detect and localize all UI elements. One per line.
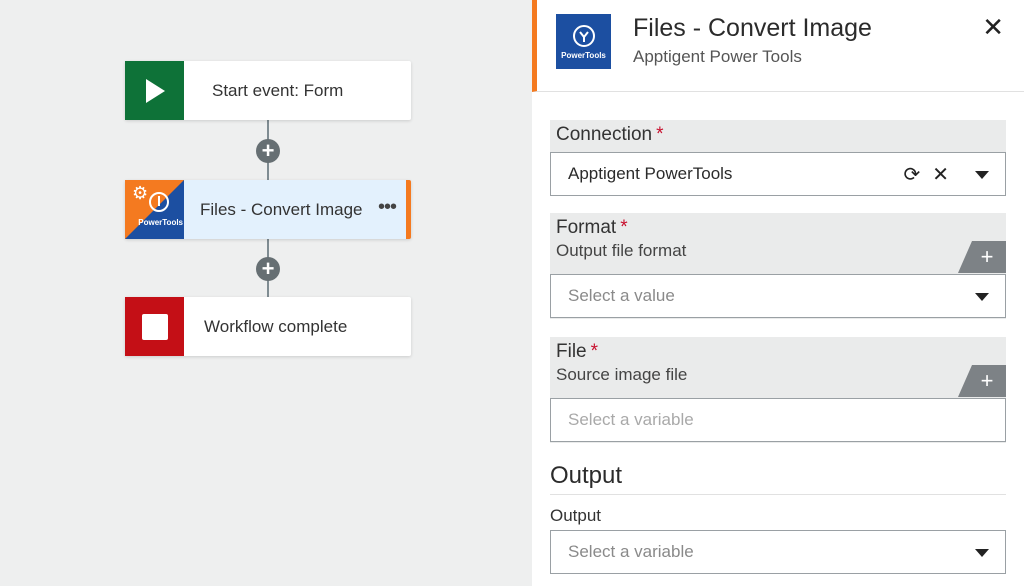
chevron-down-icon[interactable] [975,549,989,557]
format-field: Format * Output file format + Select a va… [550,213,1006,319]
format-placeholder: Select a value [568,286,675,305]
format-label: Format * [550,213,1006,239]
output-label: Output [550,506,602,525]
workflow-node-complete[interactable]: Workflow complete [125,297,411,356]
node-label: Start event: Form [212,80,344,100]
powertools-icon: ⚙ PowerTools [125,180,184,239]
file-placeholder: Select a variable [568,410,694,429]
workflow-node-convert-image[interactable]: ⚙ PowerTools Files - Convert Image ••• [125,180,411,239]
node-label: Files - Convert Image [200,199,363,219]
panel-subtitle: Apptigent Power Tools [633,47,802,66]
file-description: Source image file [556,365,688,384]
field-label-text: File [556,341,587,362]
field-label-text: Format [556,217,617,238]
play-icon [125,61,184,120]
panel-header: PowerTools Files - Convert Image Apptige… [532,0,1024,92]
panel-title: Files - Convert Image [633,14,872,42]
output-placeholder: Select a variable [568,542,694,561]
plus-icon: + [980,244,994,269]
powertools-logo-icon: PowerTools [556,14,611,69]
connection-select[interactable]: Apptigent PowerTools ⟳ ✕ [550,152,1006,196]
field-label-text: Connection [556,124,653,145]
output-variable-select[interactable]: Select a variable [550,530,1006,574]
node-label: Workflow complete [204,316,348,336]
plus-icon: + [261,138,275,163]
action-config-panel: PowerTools Files - Convert Image Apptige… [532,0,1024,586]
node-icon-text: PowerTools [138,218,183,227]
connection-label: Connection * [550,120,1006,146]
file-field: File * Source image file + Select a varia… [550,337,1006,443]
file-label: File * [550,337,1006,363]
connection-value: Apptigent PowerTools [568,164,733,183]
plus-icon: + [261,256,275,281]
add-step-button[interactable]: + [256,257,280,281]
format-description: Output file format [556,241,687,260]
output-section-title: Output [550,462,1006,495]
workflow-node-start[interactable]: Start event: Form [125,61,411,120]
close-icon[interactable]: ✕ [982,12,1004,43]
required-marker: * [620,217,628,238]
connection-field: Connection * Apptigent PowerTools ⟳ ✕ [550,120,1006,196]
gear-icon: ⚙ [132,183,149,203]
refresh-icon[interactable]: ⟳ [903,162,920,187]
file-variable-input[interactable]: Select a variable [550,398,1006,442]
add-step-button[interactable]: + [256,139,280,163]
plus-icon: + [980,368,994,393]
required-marker: * [656,124,664,145]
clear-icon[interactable]: ✕ [932,162,949,187]
more-options-icon[interactable]: ••• [378,196,397,219]
required-marker: * [590,341,599,362]
stop-icon [125,297,184,356]
logo-text: PowerTools [561,50,606,60]
workflow-canvas: + + Start event: Form ⚙ PowerTools Files… [0,0,532,586]
chevron-down-icon[interactable] [975,171,989,179]
format-select[interactable]: Select a value [550,274,1006,318]
chevron-down-icon[interactable] [975,293,989,301]
